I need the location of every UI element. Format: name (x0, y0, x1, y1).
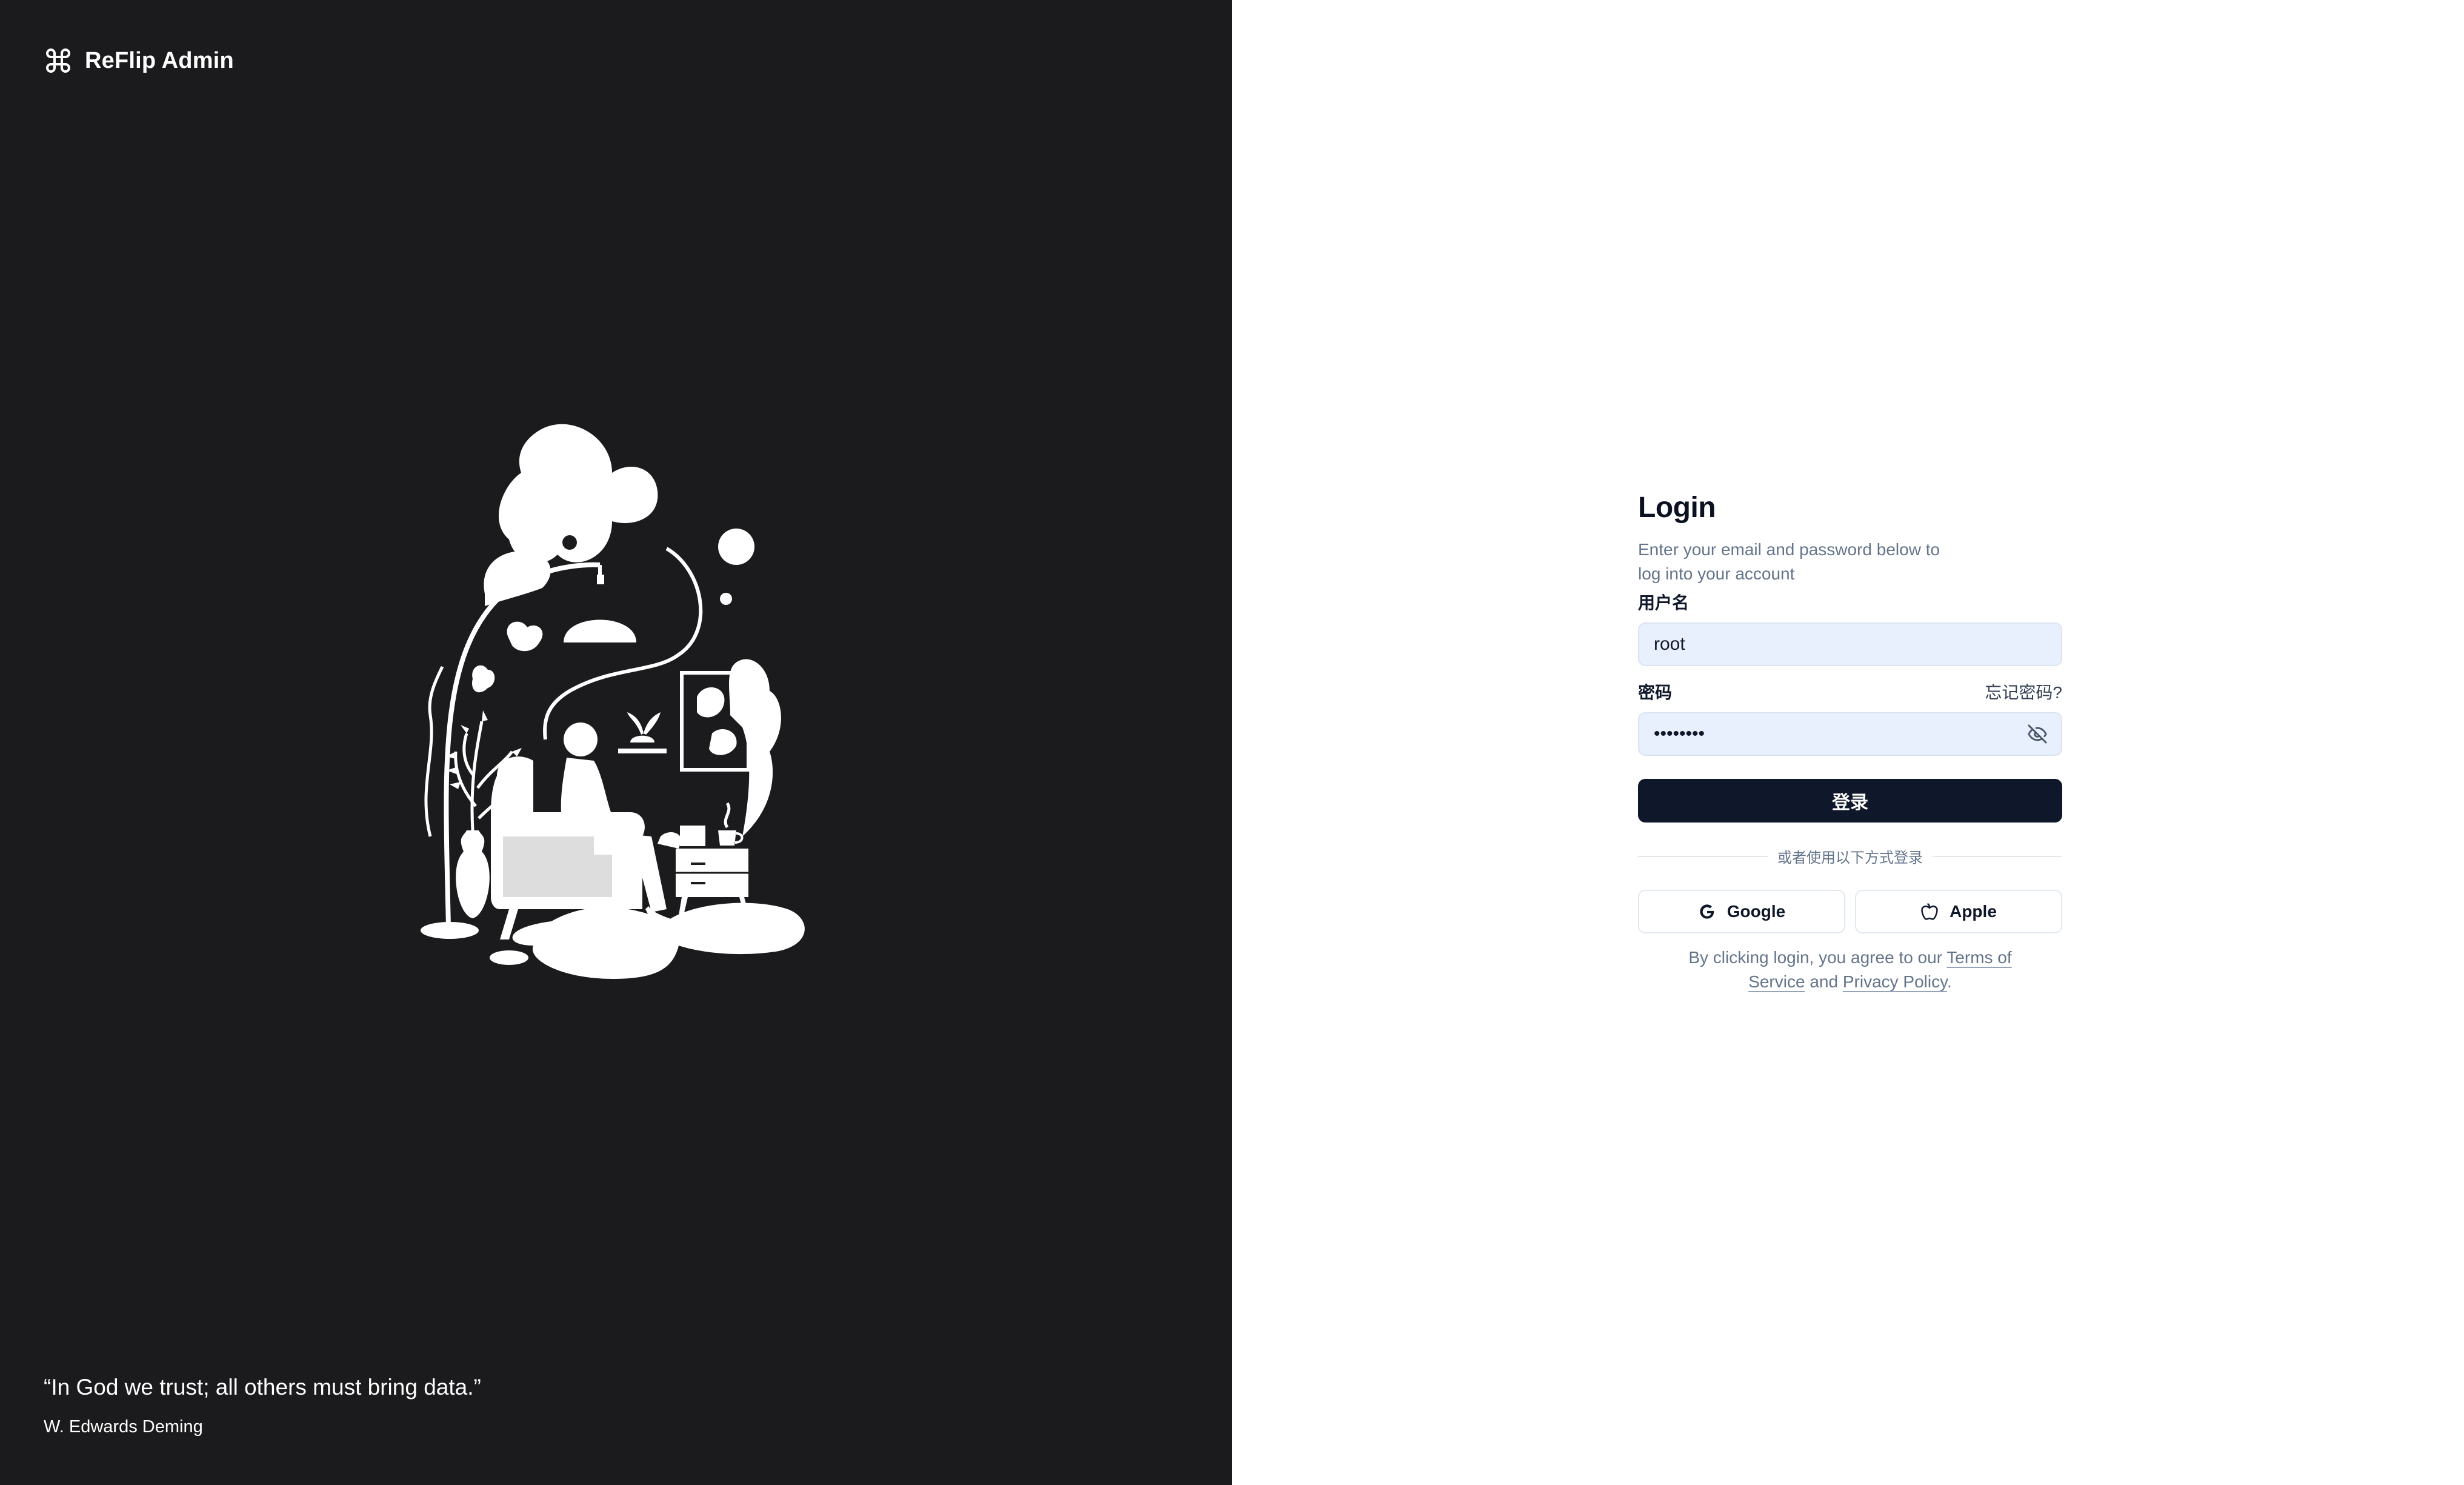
username-input[interactable] (1654, 634, 2046, 655)
login-title: Login (1638, 492, 1716, 524)
terms-suffix: . (1947, 972, 1952, 991)
username-label: 用户名 (1638, 593, 1690, 612)
login-button[interactable]: 登录 (1638, 779, 2062, 823)
brand-name: ReFlip Admin (85, 47, 234, 73)
eye-off-icon[interactable] (2027, 724, 2048, 744)
terms-middle: and (1805, 972, 1843, 991)
quote-author: W. Edwards Deming (44, 1417, 203, 1437)
username-field-wrapper (1638, 622, 2062, 666)
brand: ReFlip Admin (44, 46, 234, 75)
username-label-row: 用户名 (1638, 590, 2062, 614)
login-subtitle: Enter your email and password below to l… (1638, 540, 1940, 583)
password-input[interactable] (1654, 724, 2046, 744)
google-icon (1700, 904, 1714, 919)
apple-login-label: Apple (1950, 902, 1997, 921)
terms-notice: By clicking login, you agree to our Term… (1638, 946, 2062, 994)
command-icon (46, 48, 70, 73)
terms-prefix: By clicking login, you agree to our (1688, 948, 1947, 967)
divider-line-left (1638, 855, 1768, 857)
brand-panel: ReFlip Admin “In God we trust; all other… (0, 0, 1232, 1485)
person-in-armchair-illustration (412, 412, 818, 1006)
password-field-wrapper (1638, 712, 2062, 756)
apple-login-button[interactable]: Apple (1855, 890, 2062, 933)
login-form: Login Enter your email and password belo… (1638, 491, 2062, 994)
google-login-button[interactable]: Google (1638, 890, 1845, 933)
apple-icon (1921, 903, 1938, 920)
quote-text: “In God we trust; all others must bring … (44, 1375, 481, 1400)
password-label-row: 密码 忘记密码? (1638, 679, 2062, 704)
divider-line-right (1933, 855, 2062, 857)
login-page: ReFlip Admin “In God we trust; all other… (0, 0, 2464, 1485)
social-login-buttons: Google Apple (1638, 890, 2062, 933)
login-panel: Login Enter your email and password belo… (1232, 0, 2464, 1485)
privacy-policy-link[interactable]: Privacy Policy (1843, 972, 1947, 991)
password-label: 密码 (1638, 683, 1673, 702)
forgot-password-link[interactable]: 忘记密码? (1985, 679, 2062, 704)
social-divider: 或者使用以下方式登录 (1638, 846, 2062, 867)
google-login-label: Google (1726, 902, 1786, 921)
divider-text: 或者使用以下方式登录 (1777, 850, 1923, 866)
